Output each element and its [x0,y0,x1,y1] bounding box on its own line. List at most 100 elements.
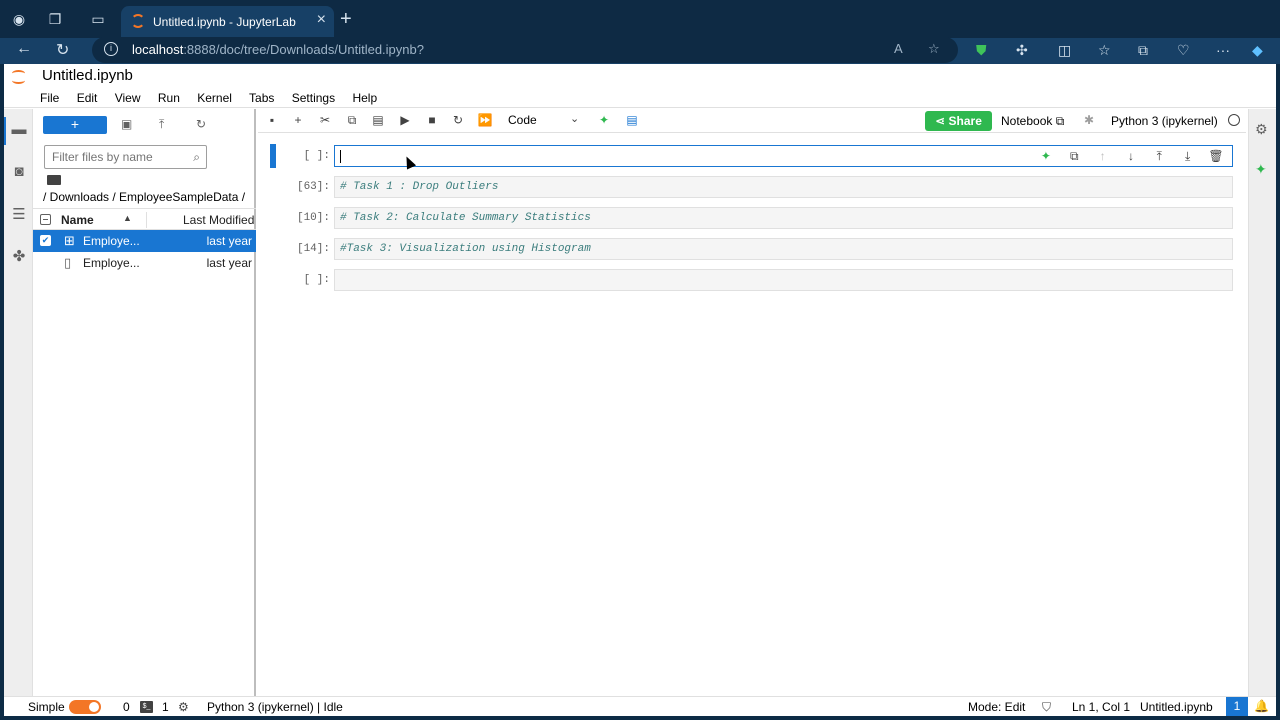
delete-cell-icon[interactable]: 🗑 [1208,149,1224,163]
table-of-contents-icon[interactable]: ☰ [10,205,28,223]
run-cell-icon[interactable]: ▶ [397,113,413,127]
cell-editor[interactable] [334,269,1233,291]
terminal-icon[interactable]: $_ [140,701,153,713]
kernel-idle-indicator-icon [1228,114,1240,126]
kernel-name-button[interactable]: Python 3 (ipykernel) [1111,114,1218,128]
menu-tabs[interactable]: Tabs [249,91,274,105]
file-list-item[interactable]: ✔ ⊞ Employe... last year [33,230,256,252]
property-inspector-gears-icon[interactable]: ⚙ [1255,121,1268,138]
new-folder-icon[interactable]: ▣ [121,117,132,131]
ai-sparkle-icon[interactable]: ✦ [1038,149,1054,163]
filter-files-input[interactable] [52,150,182,164]
move-down-arrow-icon[interactable]: ↓ [1123,149,1139,163]
cell-editor[interactable]: #Task 3: Visualization using Histogram [334,238,1233,260]
upload-icon[interactable]: ⤒ [159,117,164,132]
profile-avatar-icon[interactable]: ◉ [9,9,29,29]
cell-editor[interactable]: # Task 1 : Drop Outliers [334,176,1233,198]
extensions-icon[interactable]: ✣ [1016,42,1028,59]
notebook-toolbar: ▪ + ✂ ⧉ ▤ ▶ ■ ↻ ⏩ Code ⌄ ✦ ▤ ⋖ Share Not… [258,109,1246,133]
sort-ascending-icon[interactable]: ▲ [123,213,132,223]
menu-edit[interactable]: Edit [77,91,98,105]
file-list-header: Name ▲ Last Modified [33,208,256,230]
restart-kernel-icon[interactable]: ↻ [450,113,466,127]
move-up-arrow-icon[interactable]: ↑ [1095,149,1111,163]
notification-count-badge[interactable]: 1 [1226,697,1248,716]
reload-icon[interactable]: ↻ [56,40,69,60]
browser-tab-jupyterlab[interactable]: Untitled.ipynb - JupyterLab × [121,6,334,38]
browser-essentials-icon[interactable]: ♡ [1177,42,1190,59]
file-list-item[interactable]: ▯ Employe... last year [33,252,256,274]
bell-icon[interactable]: 🔔 [1254,699,1269,713]
select-all-checkbox[interactable] [40,214,51,225]
workspaces-icon[interactable]: ❐ [45,9,65,29]
debugger-icon[interactable]: ✱ [1084,113,1094,127]
cell-editor[interactable]: ✦ ⧉ ↑ ↓ ⤒ ⤓ 🗑 [334,145,1233,167]
code-cell[interactable]: [14]: #Task 3: Visualization using Histo… [258,238,1246,262]
code-cell[interactable]: [ ]: [258,269,1246,293]
cell-type-value: Code [508,113,537,127]
property-inspector-icon[interactable]: ▤ [624,113,640,127]
refresh-icon[interactable]: ↻ [196,117,206,131]
save-icon[interactable]: ▪ [264,113,280,127]
insert-above-icon[interactable]: ⤒ [1151,149,1167,164]
close-tab-icon[interactable]: × [317,11,326,29]
simple-mode-toggle[interactable] [69,700,101,714]
home-folder-icon[interactable] [47,175,61,185]
code-cell[interactable]: [63]: # Task 1 : Drop Outliers [258,176,1246,200]
running-sessions-icon[interactable]: ◙ [10,163,28,181]
document-title[interactable]: Untitled.ipynb [42,67,133,84]
menu-view[interactable]: View [115,91,141,105]
insert-below-icon[interactable]: ⤓ [1180,149,1196,164]
column-header-name[interactable]: Name [61,213,94,227]
back-arrow-icon[interactable]: ← [16,40,32,58]
favorites-icon[interactable]: ☆ [1098,42,1111,59]
ai-assistant-sparkle-icon[interactable]: ✦ [1255,161,1267,178]
url-field[interactable]: i localhost:8888/doc/tree/Downloads/Unti… [92,37,958,63]
site-info-icon[interactable]: i [104,42,118,56]
menu-help[interactable]: Help [352,91,377,105]
cell-source: #Task 3: Visualization using Histogram [340,243,591,255]
ai-sparkle-icon[interactable]: ✦ [596,113,612,127]
row-checked-checkbox[interactable]: ✔ [40,235,51,246]
breadcrumb-path[interactable]: / Downloads / EmployeeSampleData / [43,190,245,204]
code-cell[interactable]: [10]: # Task 2: Calculate Summary Statis… [258,207,1246,231]
terminals-count[interactable]: 0 [123,700,130,714]
new-launcher-button[interactable]: + [43,116,107,134]
copilot-icon[interactable]: ◆ [1252,42,1263,59]
favorite-star-icon[interactable]: ☆ [928,41,940,57]
interrupt-kernel-icon[interactable]: ■ [424,113,440,127]
tab-actions-icon[interactable]: ▭ [88,9,108,29]
duplicate-cell-icon[interactable]: ⧉ [1066,149,1082,164]
restart-run-all-icon[interactable]: ⏩ [477,113,493,127]
menu-settings[interactable]: Settings [292,91,335,105]
trusted-shield-icon[interactable]: ⛉ [1042,700,1051,715]
jupyter-favicon-icon [131,14,145,28]
kernel-chip-icon[interactable]: ⚙ [178,700,189,714]
kernel-status-text[interactable]: Python 3 (ipykernel) | Idle [207,700,343,714]
new-tab-icon[interactable]: + [340,8,352,31]
insert-cell-icon[interactable]: + [290,113,306,127]
split-screen-icon[interactable]: ◫ [1058,42,1071,59]
copy-icon[interactable]: ⧉ [344,113,360,128]
file-modified: last year [206,234,252,248]
menu-file[interactable]: File [40,91,59,105]
cut-icon[interactable]: ✂ [317,113,333,127]
share-button[interactable]: ⋖ Share [925,111,992,131]
file-browser-folder-icon[interactable]: ▬ [10,121,28,139]
kernels-count[interactable]: 1 [162,700,169,714]
more-menu-icon[interactable]: ··· [1216,42,1230,58]
shield-extension-icon[interactable]: ⛊ [976,42,987,59]
cell-editor[interactable]: # Task 2: Calculate Summary Statistics [334,207,1233,229]
collections-icon[interactable]: ⧉ [1138,42,1148,59]
browser-tab-title: Untitled.ipynb - JupyterLab [153,15,296,29]
column-header-last-modified[interactable]: Last Modified [183,213,254,227]
paste-icon[interactable]: ▤ [370,113,386,127]
column-divider[interactable] [146,212,147,228]
extension-manager-icon[interactable]: ✤ [10,247,28,265]
cursor-position-text[interactable]: Ln 1, Col 1 [1072,700,1130,714]
cell-type-dropdown[interactable]: Code ⌄ [508,113,579,127]
menu-run[interactable]: Run [158,91,180,105]
menu-kernel[interactable]: Kernel [197,91,232,105]
open-in-notebook-link[interactable]: Notebook ⧉ [1001,114,1064,129]
read-aloud-icon[interactable]: A [894,41,903,56]
